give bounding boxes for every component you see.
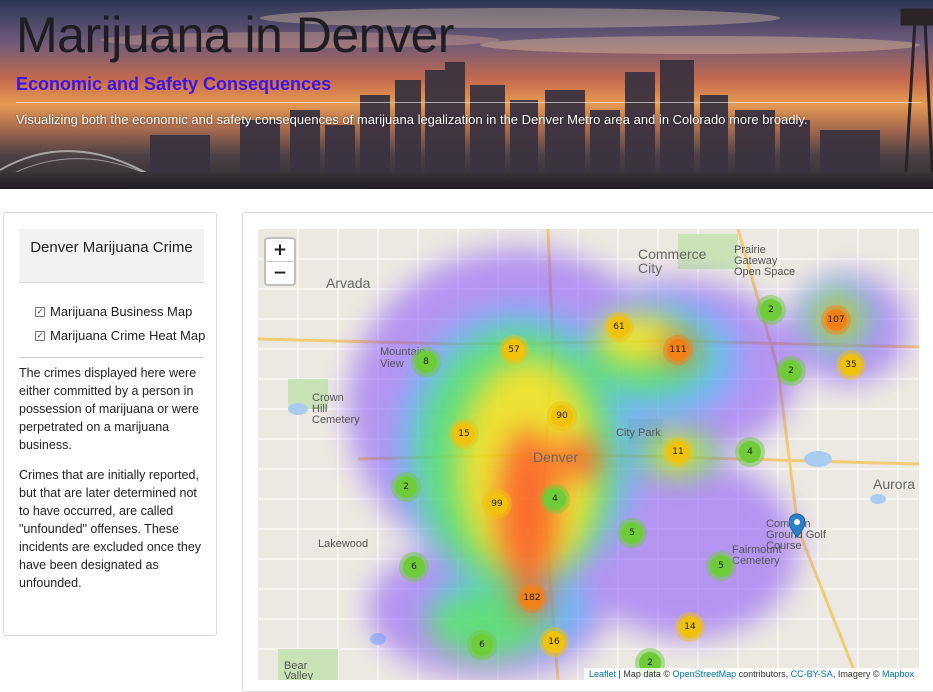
marker-cluster[interactable]: 11 bbox=[667, 441, 689, 463]
sidebar-panel: Denver Marijuana Crime ✓ Marijuana Busin… bbox=[3, 212, 217, 636]
map-marker-pin-icon[interactable] bbox=[789, 513, 805, 545]
mapbox-link[interactable]: Mapbox bbox=[882, 669, 914, 679]
sidebar-paragraph: Crimes that are initially reported, but … bbox=[19, 468, 202, 590]
header-description: Visualizing both the economic and safety… bbox=[16, 112, 808, 127]
marker-cluster[interactable]: 4 bbox=[544, 488, 566, 510]
zoom-out-button[interactable]: − bbox=[266, 261, 294, 284]
marker-cluster[interactable]: 6 bbox=[403, 556, 425, 578]
header-divider bbox=[16, 102, 921, 103]
sidebar-divider bbox=[19, 357, 204, 358]
marker-cluster[interactable]: 4 bbox=[739, 441, 761, 463]
place-label: Aurora bbox=[873, 476, 916, 492]
marker-cluster[interactable]: 107 bbox=[825, 309, 847, 331]
attribution-text: contributors, bbox=[736, 669, 791, 679]
attribution-text: | Map data © bbox=[616, 669, 673, 679]
marker-cluster[interactable]: 111 bbox=[667, 339, 689, 361]
marker-cluster[interactable]: 57 bbox=[503, 339, 525, 361]
place-label: Crown Hill Cemetery bbox=[312, 392, 360, 426]
place-label: Commerce City bbox=[638, 246, 707, 276]
sidebar-title: Denver Marijuana Crime bbox=[19, 229, 204, 283]
marker-cluster[interactable]: 2 bbox=[395, 476, 417, 498]
place-label: Arvada bbox=[326, 275, 371, 291]
marker-cluster[interactable]: 90 bbox=[551, 405, 573, 427]
marker-cluster[interactable]: 99 bbox=[486, 493, 508, 515]
marker-cluster[interactable]: 6 bbox=[471, 634, 493, 656]
marker-cluster[interactable]: 5 bbox=[710, 555, 732, 577]
layer-toggle-business-map[interactable]: ✓ Marijuana Business Map bbox=[35, 304, 192, 319]
place-label: Prairie Gateway Open Space bbox=[734, 244, 796, 278]
map-canvas[interactable]: Arvada Commerce City Prairie Gateway Ope… bbox=[258, 229, 919, 680]
layer-toggle-crime-heat-map[interactable]: ✓ Marijuana Crime Heat Map bbox=[35, 328, 205, 343]
place-label: Denver bbox=[533, 449, 579, 465]
osm-link[interactable]: OpenStreetMap bbox=[673, 669, 737, 679]
map-attribution: Leaflet | Map data © OpenStreetMap contr… bbox=[584, 668, 919, 680]
place-label: Lakewood bbox=[318, 538, 369, 550]
marker-cluster[interactable]: 2 bbox=[760, 299, 782, 321]
checkbox-checked-icon[interactable]: ✓ bbox=[35, 306, 45, 317]
marker-cluster[interactable]: 8 bbox=[415, 351, 437, 373]
checkbox-checked-icon[interactable]: ✓ bbox=[35, 330, 45, 341]
place-label: City Park bbox=[616, 427, 661, 439]
marker-cluster[interactable]: 2 bbox=[780, 360, 802, 382]
marker-cluster[interactable]: 15 bbox=[453, 423, 475, 445]
layer-label: Marijuana Crime Heat Map bbox=[50, 328, 206, 343]
place-label: Mountain View bbox=[380, 346, 426, 370]
marker-cluster[interactable]: 182 bbox=[521, 587, 543, 609]
sidebar-paragraph: The crimes displayed here were either co… bbox=[19, 366, 199, 452]
marker-cluster[interactable]: 61 bbox=[608, 316, 630, 338]
leaflet-link[interactable]: Leaflet bbox=[589, 669, 616, 679]
marker-cluster[interactable]: 35 bbox=[840, 354, 862, 376]
marker-cluster[interactable]: 16 bbox=[543, 631, 565, 653]
zoom-in-button[interactable]: + bbox=[266, 239, 294, 261]
page-title: Marijuana in Denver bbox=[16, 7, 454, 63]
place-label: Common Ground Golf Course bbox=[766, 518, 826, 552]
place-label: Bear Valley Open Space bbox=[284, 660, 314, 681]
crime-heat-layer bbox=[348, 249, 908, 679]
attribution-text: , Imagery © bbox=[832, 669, 882, 679]
marker-cluster[interactable]: 14 bbox=[679, 616, 701, 638]
marker-cluster[interactable]: 5 bbox=[621, 522, 643, 544]
layer-label: Marijuana Business Map bbox=[50, 304, 193, 319]
zoom-control: + − bbox=[264, 237, 296, 286]
license-link[interactable]: CC-BY-SA bbox=[791, 669, 833, 679]
header-banner: Marijuana in Denver Economic and Safety … bbox=[0, 0, 933, 189]
page-subtitle: Economic and Safety Consequences bbox=[16, 74, 332, 94]
